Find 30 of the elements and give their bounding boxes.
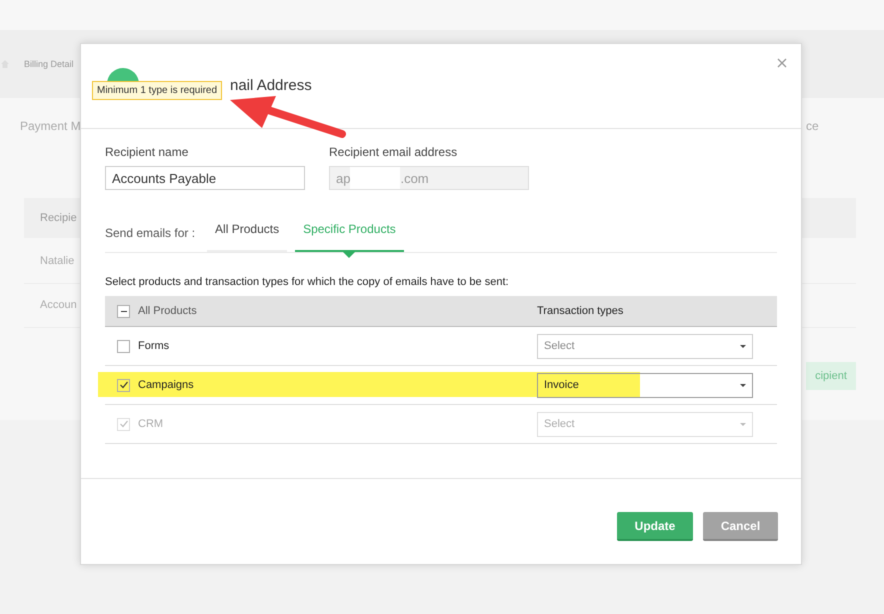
checkbox[interactable] (117, 340, 130, 352)
column-header: Recipie (40, 212, 77, 224)
checkbox[interactable] (117, 304, 130, 318)
table-cell: Accoun (40, 299, 77, 311)
section-title: Payment M (20, 119, 81, 133)
field-label: Recipient name (105, 145, 190, 159)
tab[interactable]: All Products (207, 222, 288, 252)
breadcrumb-link[interactable]: Billing Detail (24, 59, 74, 69)
field-label: Recipient email address (329, 145, 458, 159)
transaction-type-dropdown[interactable]: Select (537, 334, 753, 358)
tooltip: Minimum 1 type is required (92, 81, 222, 100)
add-recipient-button[interactable]: cipient (806, 362, 856, 390)
checkbox[interactable] (117, 378, 130, 392)
column-header: All Products (138, 305, 197, 317)
product-label: CRM (138, 418, 164, 430)
close-icon[interactable] (777, 58, 787, 68)
product-label: Forms (138, 340, 170, 352)
tab[interactable]: Specific Products (295, 222, 404, 258)
table-cell: Natalie (40, 255, 74, 267)
product-label: Campaigns (138, 379, 194, 391)
cancel-button[interactable]: Cancel (703, 512, 778, 541)
section-title: ce (806, 119, 819, 133)
input-field: ap .com (329, 166, 529, 190)
column-header: Transaction types (537, 305, 624, 317)
input-field[interactable]: Accounts Payable (105, 166, 305, 190)
field-label: Send emails for : (105, 226, 196, 242)
instruction-text: Select products and transaction types for which the copy of emails have to be sent: (105, 276, 510, 288)
transaction-type-dropdown[interactable]: Invoice (537, 372, 753, 398)
dialog-title: nail Address (230, 76, 312, 94)
update-button[interactable]: Update (617, 512, 693, 541)
